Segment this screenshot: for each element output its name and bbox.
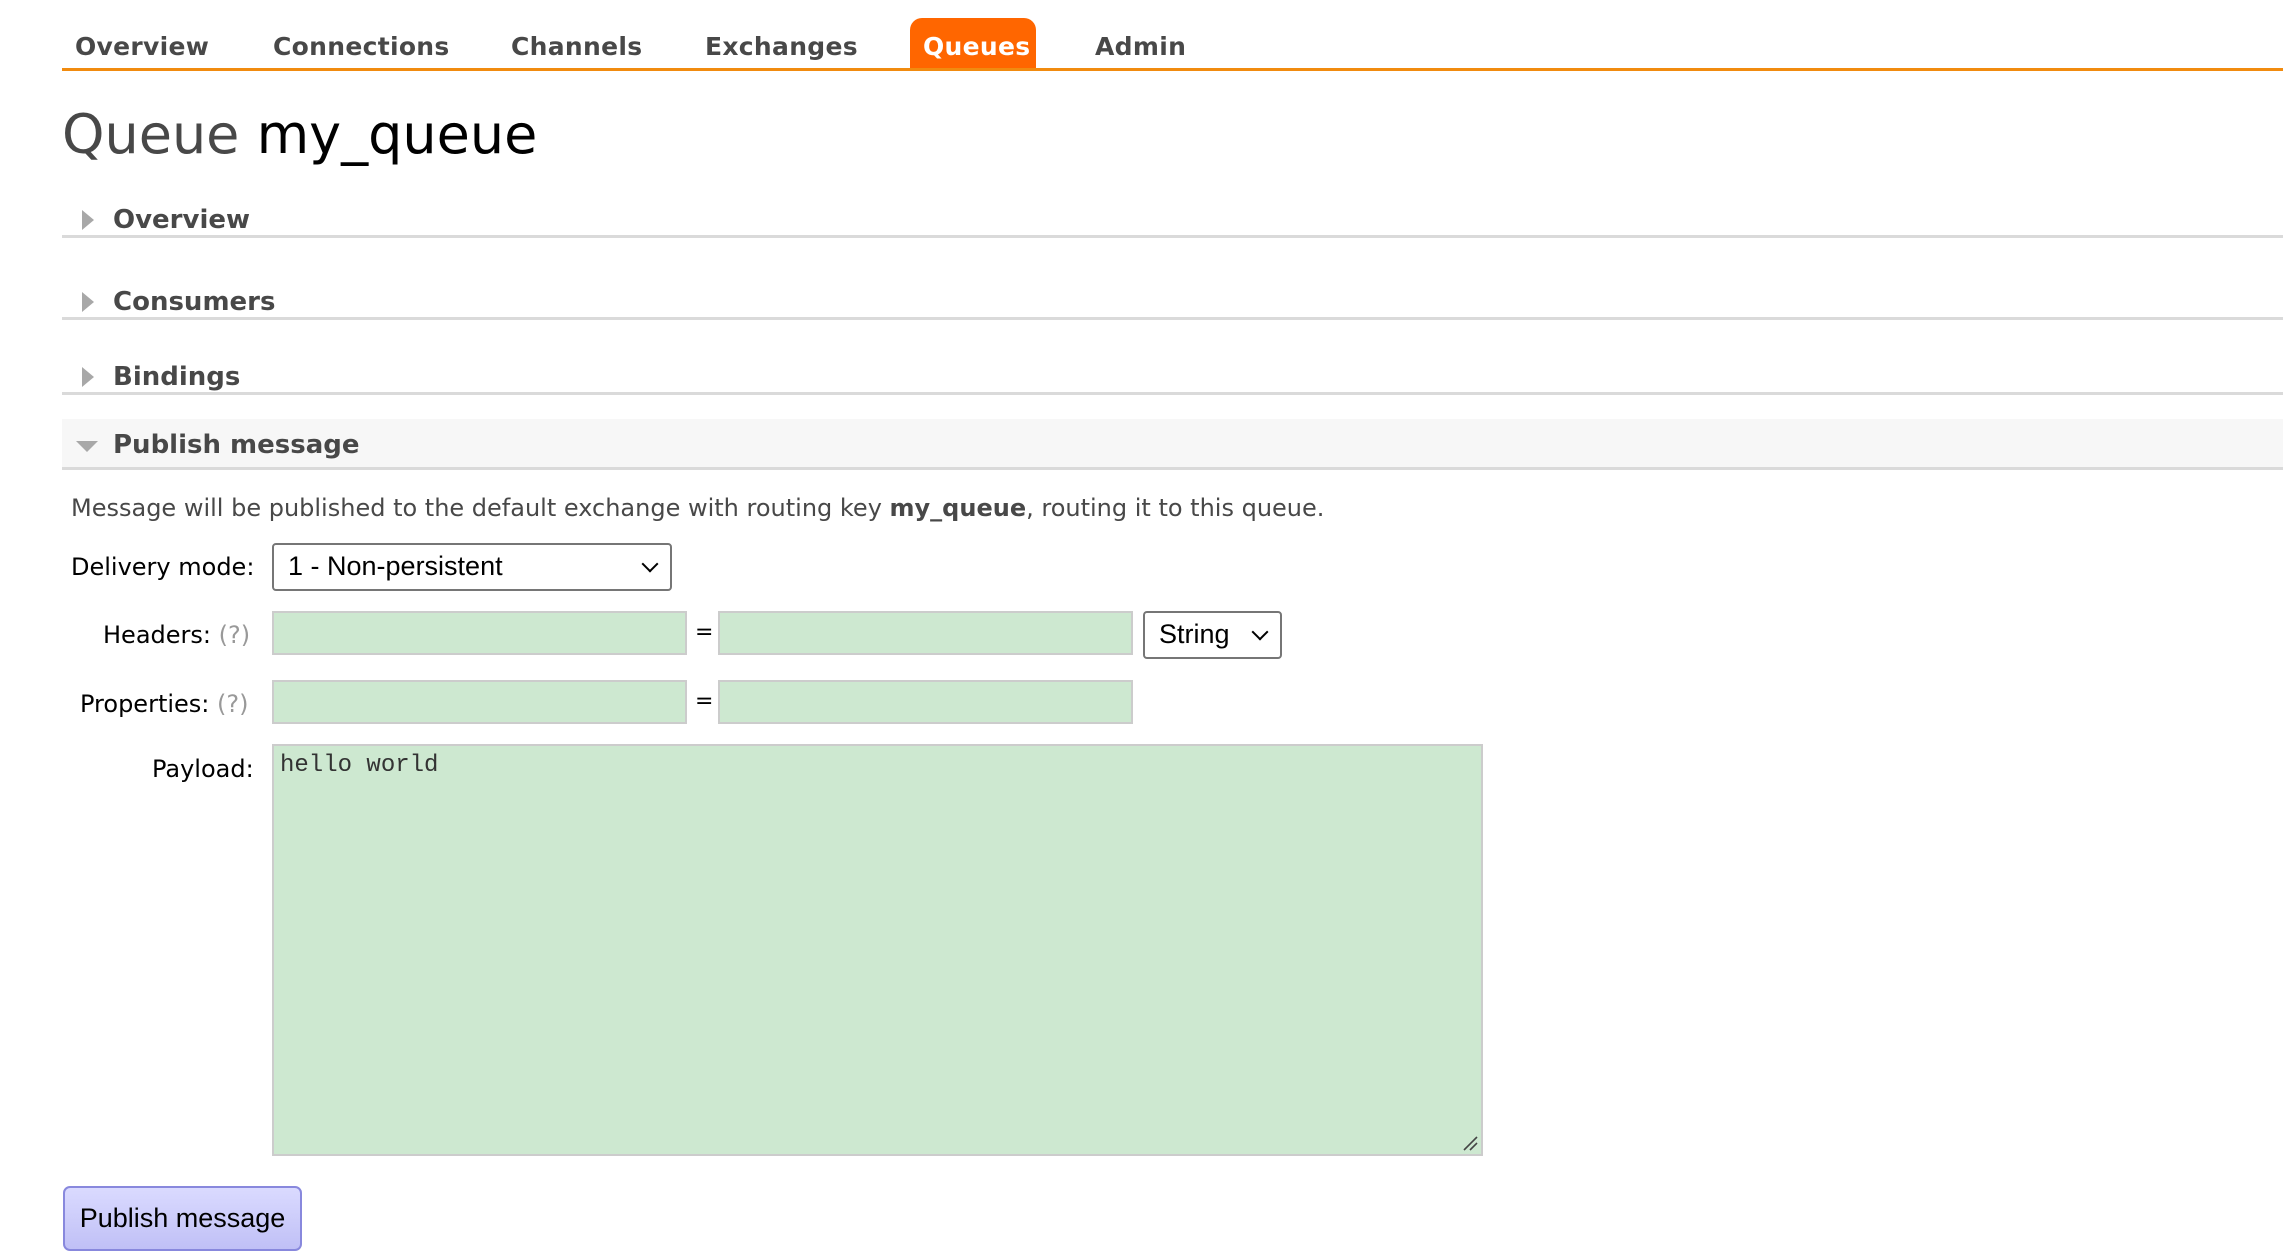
section-label: Consumers	[113, 287, 276, 317]
equals-sign: =	[695, 689, 714, 714]
publish-description: Message will be published to the default…	[71, 490, 1324, 526]
chevron-down-icon	[1251, 623, 1269, 641]
section-label: Bindings	[113, 362, 241, 392]
main-nav: Overview Connections Channels Exchanges …	[62, 18, 2283, 71]
tab-channels[interactable]: Channels	[498, 18, 655, 68]
description-text: Message will be published to the default…	[71, 494, 890, 522]
publish-message-button[interactable]: Publish message	[63, 1186, 302, 1251]
page-title-prefix: Queue	[62, 103, 240, 166]
page-title: Queue my_queue	[62, 100, 537, 170]
section-overview[interactable]: Overview	[62, 200, 2283, 238]
section-label: Publish message	[113, 430, 360, 460]
chevron-down-icon	[641, 555, 659, 573]
payload-textarea[interactable]: hello world	[272, 744, 1483, 1156]
expand-arrow-icon	[82, 292, 94, 312]
collapse-arrow-icon	[76, 441, 98, 452]
section-label: Overview	[113, 205, 251, 235]
tab-queues[interactable]: Queues	[910, 18, 1036, 68]
section-publish-message[interactable]: Publish message	[62, 419, 2283, 470]
tab-overview[interactable]: Overview	[62, 18, 222, 68]
expand-arrow-icon	[82, 367, 94, 387]
headers-label: Headers: (?)	[103, 617, 250, 653]
expand-arrow-icon	[82, 210, 94, 230]
routing-key: my_queue	[889, 494, 1027, 522]
headers-help-link[interactable]: (?)	[219, 621, 250, 649]
payload-text: hello world	[280, 752, 439, 779]
headers-value-input[interactable]	[718, 611, 1133, 655]
delivery-mode-label: Delivery mode:	[71, 553, 255, 581]
headers-type-value: String	[1159, 619, 1230, 649]
description-text-end: , routing it to this queue.	[1026, 494, 1325, 522]
section-consumers[interactable]: Consumers	[62, 282, 2283, 320]
tab-exchanges[interactable]: Exchanges	[692, 18, 871, 68]
headers-type-select[interactable]: String	[1143, 611, 1282, 659]
queue-name: my_queue	[256, 103, 538, 166]
properties-value-input[interactable]	[718, 680, 1133, 724]
tab-admin[interactable]: Admin	[1082, 18, 1199, 68]
payload-label: Payload:	[152, 755, 254, 783]
properties-label-text: Properties:	[80, 690, 210, 718]
properties-label: Properties: (?)	[80, 686, 248, 722]
resize-grip-icon[interactable]	[1462, 1135, 1478, 1151]
section-bindings[interactable]: Bindings	[62, 357, 2283, 395]
delivery-mode-value: 1 - Non-persistent	[288, 551, 503, 581]
headers-key-input[interactable]	[272, 611, 687, 655]
properties-help-link[interactable]: (?)	[217, 690, 248, 718]
headers-label-text: Headers:	[103, 621, 211, 649]
properties-key-input[interactable]	[272, 680, 687, 724]
delivery-mode-select[interactable]: 1 - Non-persistent	[272, 543, 672, 591]
equals-sign: =	[695, 620, 714, 645]
tab-connections[interactable]: Connections	[260, 18, 463, 68]
